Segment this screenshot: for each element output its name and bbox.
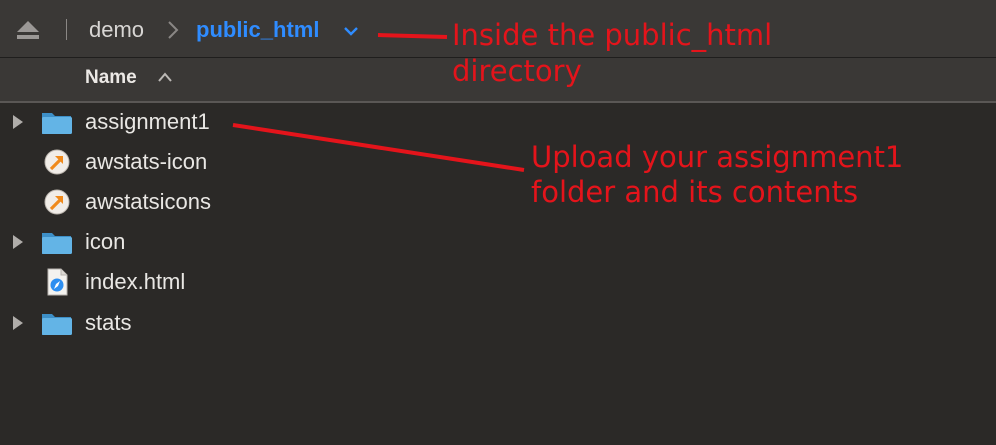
list-item[interactable]: stats xyxy=(0,303,996,343)
disclosure-triangle-icon[interactable] xyxy=(11,113,25,131)
path-separator xyxy=(66,19,67,40)
file-name: awstatsicons xyxy=(85,189,211,214)
breadcrumb-current-folder[interactable]: public_html xyxy=(196,17,319,43)
chevron-right-icon xyxy=(168,21,179,39)
list-item[interactable]: index.html xyxy=(0,262,996,302)
list-item[interactable]: icon xyxy=(0,222,996,262)
list-item[interactable]: assignment1 xyxy=(0,102,996,142)
file-name: index.html xyxy=(85,269,186,294)
alias-icon xyxy=(44,189,70,215)
annotation-public-html-line2: directory xyxy=(452,54,582,88)
finder-window: demo public_html Name assignment1 awstat… xyxy=(0,0,996,445)
disclosure-triangle-icon[interactable] xyxy=(11,314,25,332)
annotation-upload-line2: folder and its contents xyxy=(531,175,859,209)
sort-ascending-icon[interactable] xyxy=(157,70,173,84)
file-name: assignment1 xyxy=(85,109,210,134)
folder-icon xyxy=(42,233,72,254)
file-name: awstats-icon xyxy=(85,149,208,174)
breadcrumb-demo[interactable]: demo xyxy=(89,17,144,43)
disclosure-triangle-icon[interactable] xyxy=(11,233,25,251)
annotation-upload-line1: Upload your assignment1 xyxy=(531,140,904,174)
folder-icon xyxy=(42,113,72,134)
folder-icon xyxy=(42,314,72,335)
html-file-icon xyxy=(47,268,68,296)
chevron-down-icon[interactable] xyxy=(343,24,359,38)
alias-icon xyxy=(44,149,70,175)
file-name: stats xyxy=(85,310,132,335)
eject-icon[interactable] xyxy=(15,19,41,41)
annotation-public-html-line1: Inside the public_html xyxy=(452,18,773,52)
file-name: icon xyxy=(85,229,126,254)
column-name-header[interactable]: Name xyxy=(85,66,137,90)
